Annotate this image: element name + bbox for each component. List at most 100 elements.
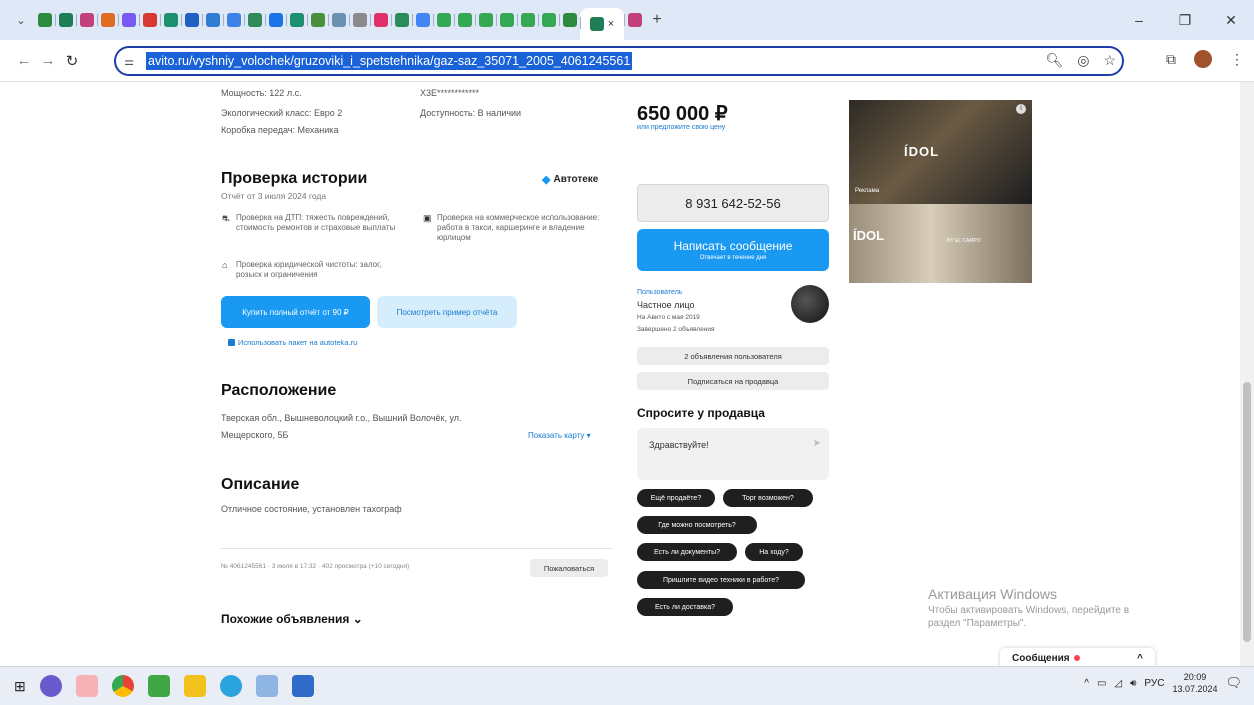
start-icon[interactable]: ⊞ [14, 678, 26, 695]
zoom-icon[interactable]: 🔍︎ [1045, 52, 1063, 69]
spec-gearbox: Коробка передач: Механика [221, 125, 339, 135]
excel-icon[interactable] [147, 675, 170, 697]
bank-icon: ⌂ [222, 260, 228, 270]
sample-report-button[interactable]: Посмотреть пример отчёта [377, 296, 517, 328]
language-indicator[interactable]: РУС [1144, 678, 1164, 689]
chip-still-selling[interactable]: Ещё продаёте? [637, 489, 715, 507]
similar-ads-toggle[interactable]: Похожие объявления ⌄ [221, 612, 363, 626]
restore-button[interactable]: ❐ [1162, 0, 1208, 40]
browser-tab[interactable] [139, 5, 160, 35]
browser-tab[interactable] [265, 5, 286, 35]
tab-favicon-icon [352, 13, 367, 27]
browser-tab[interactable] [328, 5, 349, 35]
browser-tab[interactable] [34, 5, 55, 35]
wifi-icon[interactable]: ◿ [1114, 678, 1122, 689]
complain-button[interactable]: Пожаловаться [530, 559, 608, 577]
browser-tab[interactable] [538, 5, 559, 35]
clock[interactable]: 20:09 13.07.2024 [1172, 671, 1217, 695]
bookmark-star-icon[interactable]: ☆ [1103, 52, 1116, 69]
browser-tab[interactable] [97, 5, 118, 35]
browser-tab[interactable] [160, 5, 181, 35]
seller-role[interactable]: Пользователь [637, 289, 682, 296]
browser-tab[interactable] [624, 5, 645, 35]
windows-taskbar: ⊞ ^ ▭ ◿ 🔊︎ РУС 20:09 13.07.2024 🗨︎ [0, 666, 1254, 705]
send-icon[interactable]: ➤ [813, 438, 821, 449]
chip-video[interactable]: Пришлите видео техники в работе? [637, 571, 805, 589]
tray-chevron-icon[interactable]: ^ [1084, 678, 1089, 689]
close-window-button[interactable]: ✕ [1208, 0, 1254, 40]
ad-info-icon[interactable]: i [1016, 104, 1026, 114]
browser-tab[interactable] [223, 5, 244, 35]
tab-favicon-icon [394, 13, 409, 27]
advertisement-banner[interactable]: ÍDOL Реклама i ÍDOL BY EL CAMPO [849, 100, 1032, 283]
write-message-button[interactable]: Написать сообщение Отвечает в течение дн… [637, 229, 829, 271]
chip-bargain[interactable]: Торг возможен? [723, 489, 813, 507]
extensions-icon[interactable]: ⧉ [1166, 51, 1176, 68]
feature-accidents: ⛐ Проверка на ДТП: тяжесть повреждений, с… [222, 213, 396, 232]
browser-tab[interactable] [454, 5, 475, 35]
network-icon[interactable]: ▭ [1097, 678, 1106, 689]
seller-avatar[interactable] [791, 285, 829, 323]
browser-tab[interactable] [412, 5, 433, 35]
browser-tab[interactable] [244, 5, 265, 35]
browser-tab[interactable] [496, 5, 517, 35]
app-icon[interactable] [75, 675, 98, 697]
seller-ads-button[interactable]: 2 объявления пользователя [637, 347, 829, 365]
seller-type[interactable]: Частное лицо [637, 300, 694, 310]
forward-icon[interactable]: → [36, 52, 60, 69]
new-tab-button[interactable]: + [645, 11, 669, 29]
profile-avatar[interactable] [1194, 50, 1212, 68]
chip-delivery[interactable]: Есть ли доставка? [637, 598, 733, 616]
offer-price-link[interactable]: или предложите свою цену [637, 124, 725, 131]
messages-widget[interactable]: Сообщения ^ [1000, 648, 1155, 666]
chip-documents[interactable]: Есть ли документы? [637, 543, 737, 561]
tab-favicon-icon [163, 13, 178, 27]
browser-tab[interactable] [286, 5, 307, 35]
browser-tab[interactable] [55, 5, 76, 35]
browser-tab[interactable] [181, 5, 202, 35]
browser-tab[interactable] [391, 5, 412, 35]
browser-tab[interactable] [307, 5, 328, 35]
telegram-icon[interactable] [219, 675, 242, 697]
reload-icon[interactable]: ↻ [60, 52, 84, 70]
site-info-icon[interactable]: ⚌ [116, 55, 142, 68]
browser-tab[interactable] [559, 5, 580, 35]
menu-icon[interactable]: ⋮ [1230, 51, 1244, 68]
notifications-icon[interactable]: 🗨︎ [1225, 675, 1242, 691]
viber-icon[interactable] [39, 675, 62, 697]
message-input[interactable]: Здравствуйте! ➤ [637, 428, 829, 480]
subscribe-seller-button[interactable]: Подписаться на продавца [637, 372, 829, 390]
url-text[interactable]: avito.ru/vyshniy_volochek/gruzoviki_i_sp… [146, 52, 633, 70]
browser-tab[interactable] [349, 5, 370, 35]
volume-icon[interactable]: 🔊︎ [1130, 678, 1136, 689]
show-map-link[interactable]: Показать карту ▾ [528, 431, 591, 440]
browser-tab[interactable] [202, 5, 223, 35]
chrome-icon[interactable] [111, 675, 134, 697]
page-scrollbar[interactable] [1240, 82, 1254, 666]
tracking-icon[interactable]: ◎ [1077, 52, 1089, 69]
browser-tab[interactable] [370, 5, 391, 35]
address-bar[interactable]: ⚌ avito.ru/vyshniy_volochek/gruzoviki_i_… [114, 46, 1124, 76]
tab-search-icon[interactable]: ⌄ [8, 8, 34, 32]
notepad-icon[interactable] [255, 675, 278, 697]
chip-runs[interactable]: На ходу? [745, 543, 803, 561]
description-title: Описание [221, 476, 300, 493]
tab-favicon-icon [436, 13, 451, 27]
browser-tab[interactable] [475, 5, 496, 35]
browser-tab[interactable] [118, 5, 139, 35]
browser-tab[interactable] [517, 5, 538, 35]
browser-tab[interactable]: × [580, 8, 624, 40]
browser-tab[interactable] [76, 5, 97, 35]
buy-report-button[interactable]: Купить полный отчёт от 90 ₽ [221, 296, 370, 328]
show-phone-button[interactable]: 8 931 642-52-56 [637, 184, 829, 222]
paint-icon[interactable] [291, 675, 314, 697]
back-icon[interactable]: ← [12, 52, 36, 69]
chevron-up-icon[interactable]: ^ [1137, 653, 1143, 664]
package-link[interactable]: Использовать пакет на autoteka.ru [228, 338, 357, 347]
minimize-button[interactable]: – [1116, 0, 1162, 40]
file-explorer-icon[interactable] [183, 675, 206, 697]
close-tab-icon[interactable]: × [608, 18, 614, 30]
chip-where-view[interactable]: Где можно посмотреть? [637, 516, 757, 534]
scrollbar-thumb[interactable] [1243, 382, 1251, 642]
browser-tab[interactable] [433, 5, 454, 35]
